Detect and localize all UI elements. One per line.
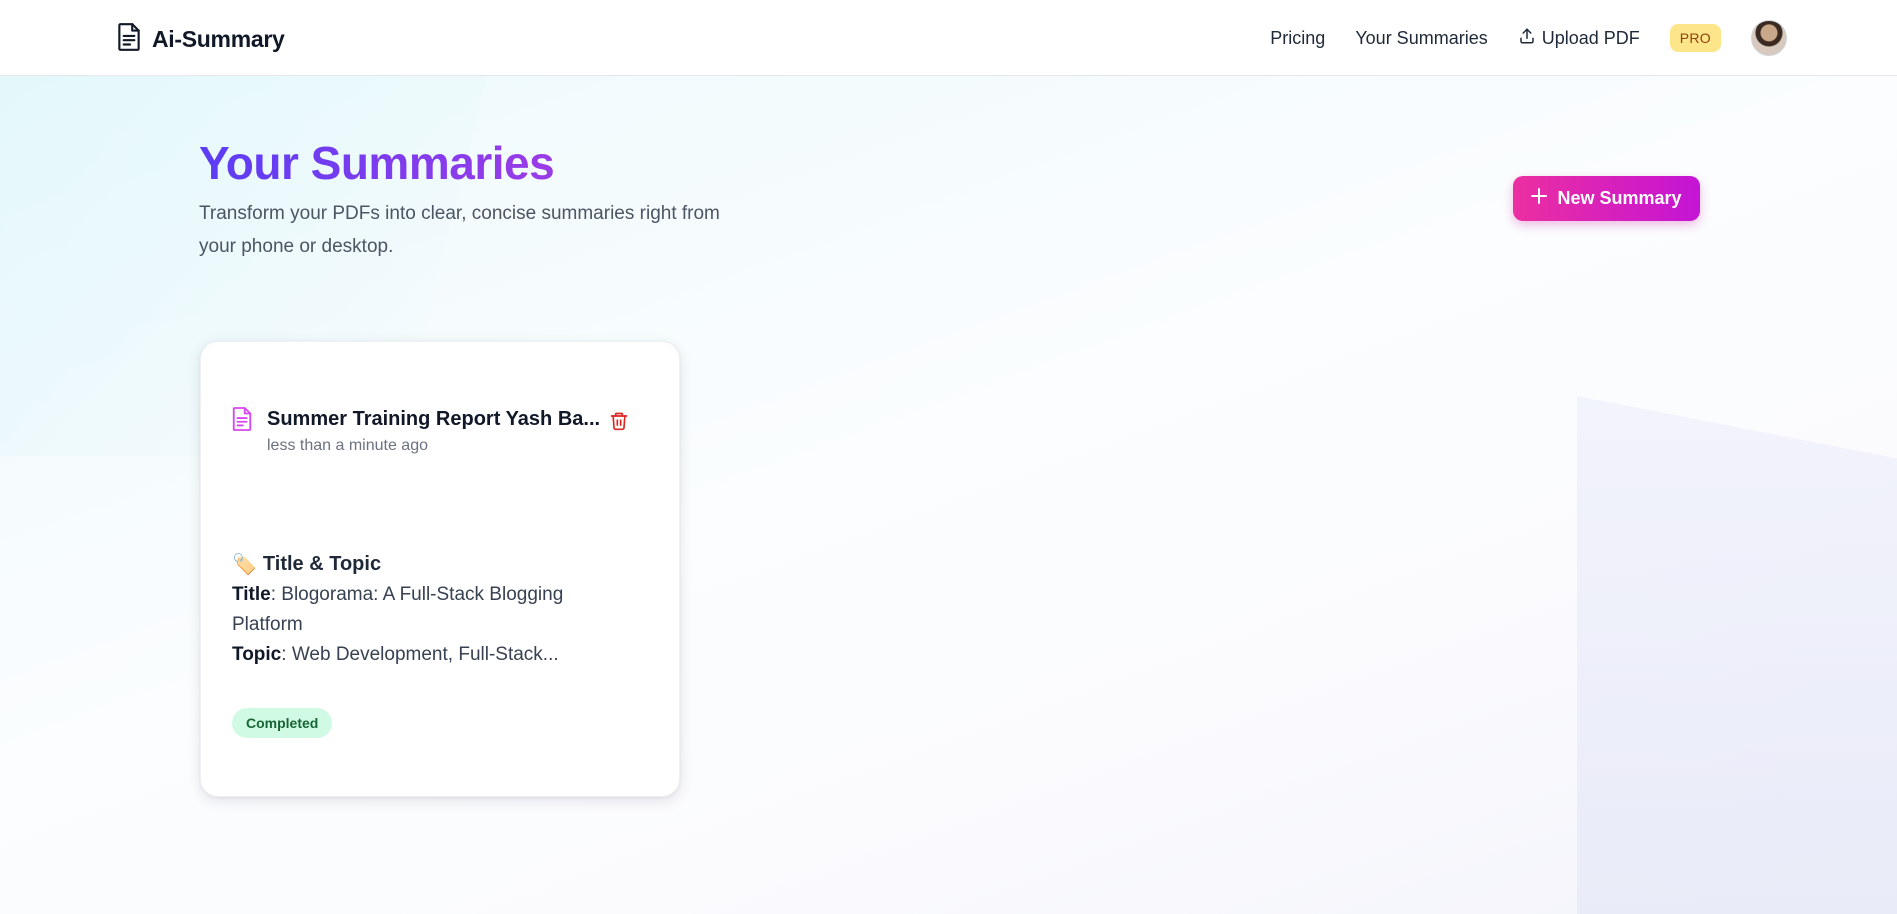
page-subtitle: Transform your PDFs into clear, concise …	[199, 203, 720, 257]
summary-title-line: Title: Blogorama: A Full-Stack Blogging …	[232, 580, 632, 640]
avatar[interactable]	[1751, 20, 1787, 56]
document-icon	[231, 406, 253, 437]
pro-badge: PRO	[1669, 24, 1721, 52]
topic-label: Topic	[232, 644, 282, 665]
summary-preview: Title: Blogorama: A Full-Stack Blogging …	[232, 580, 632, 670]
topic-value: : Web Development, Full-Stack...	[281, 644, 559, 665]
summary-card[interactable]: Summer Training Report Yash Ba... less t…	[200, 341, 680, 797]
plus-icon	[1531, 188, 1548, 209]
main-nav: Pricing Your Summaries Upload PDF PRO	[1270, 18, 1787, 58]
brand-name: Ai-Summary	[152, 26, 285, 52]
nav-pricing[interactable]: Pricing	[1270, 28, 1325, 49]
summary-timestamp: less than a minute ago	[267, 437, 428, 454]
file-text-icon	[116, 22, 142, 57]
section-heading-text: Title & Topic	[262, 553, 382, 575]
tag-icon: 🏷️	[232, 554, 257, 576]
summary-title[interactable]: Summer Training Report Yash Ba...	[267, 408, 600, 431]
background-shape	[1577, 396, 1897, 914]
nav-your-summaries[interactable]: Your Summaries	[1355, 28, 1487, 49]
new-summary-button[interactable]: New Summary	[1513, 176, 1700, 221]
brand-logo[interactable]: Ai-Summary	[116, 22, 285, 57]
summary-topic-line: Topic: Web Development, Full-Stack...	[232, 640, 632, 670]
status-badge: Completed	[232, 708, 333, 738]
nav-upload-pdf-label: Upload PDF	[1541, 27, 1640, 48]
nav-upload-pdf[interactable]: Upload PDF	[1518, 27, 1640, 50]
new-summary-label: New Summary	[1557, 188, 1682, 208]
section-heading: 🏷️ Title & Topic	[232, 552, 381, 577]
title-label: Title	[232, 584, 271, 605]
page-title: Your Summaries	[199, 137, 555, 189]
title-value: : Blogorama: A Full-Stack Blogging Platf…	[232, 584, 564, 635]
trash-icon[interactable]	[609, 410, 629, 437]
top-navbar: Ai-Summary Pricing Your Summaries Upload…	[0, 0, 1897, 76]
upload-icon	[1518, 27, 1536, 50]
